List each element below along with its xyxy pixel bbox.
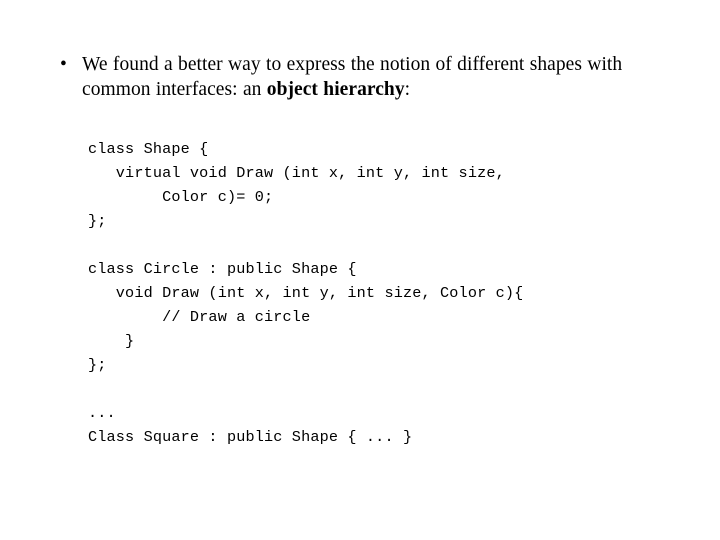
bullet-block: • We found a better way to express the n…	[56, 52, 656, 102]
bullet-text-after-bold: :	[404, 79, 411, 100]
code-block-circle-derived-class: class Circle : public Shape { void Draw …	[88, 260, 524, 374]
code-block-separator	[88, 233, 688, 257]
code-area: class Shape { virtual void Draw (int x, …	[88, 137, 688, 449]
bullet-text: We found a better way to express the not…	[82, 52, 656, 102]
code-block-shape-base-class: class Shape { virtual void Draw (int x, …	[88, 140, 505, 230]
code-block-square-derived-class: ... Class Square : public Shape { ... }	[88, 404, 413, 446]
bullet-list-item: • We found a better way to express the n…	[56, 52, 656, 102]
bullet-marker-icon: •	[60, 54, 67, 75]
code-block-separator	[88, 377, 688, 401]
bullet-text-emphasis: object hierarchy	[266, 79, 405, 100]
slide-canvas: • We found a better way to express the n…	[0, 0, 720, 540]
